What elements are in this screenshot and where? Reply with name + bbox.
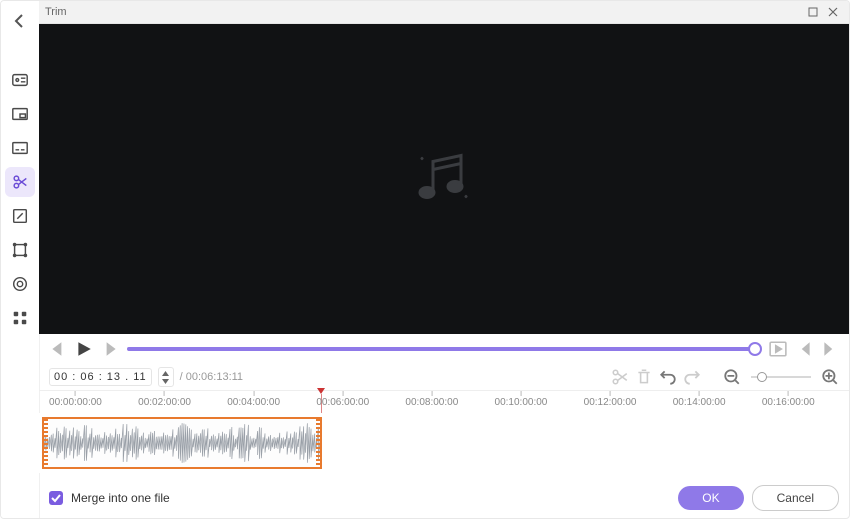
zoom-knob[interactable] [757,372,767,382]
seek-slider[interactable] [127,347,761,351]
current-timecode-input[interactable]: 00 : 06 : 13 . 11 [49,368,152,386]
titlebar: Trim [39,1,849,24]
ruler-tick: 00:00:00:00 [49,391,102,408]
sidebar-tool-watermark[interactable] [5,99,35,129]
preview-area [39,24,849,334]
seek-knob[interactable] [748,342,762,356]
waveform [44,419,320,467]
sidebar-tool-trim[interactable] [5,167,35,197]
ruler-tick: 00:12:00:00 [584,391,637,408]
ruler-tick: 00:16:00:00 [762,391,815,408]
ruler-tick: 00:02:00:00 [138,391,191,408]
timecode-row: 00 : 06 : 13 . 11 / 00:06:13:11 [39,364,849,390]
back-button[interactable] [6,7,34,35]
sidebar-tool-subtitle[interactable] [5,133,35,163]
merge-checkbox[interactable] [49,491,63,505]
maximize-button[interactable] [803,3,823,21]
ruler-tick: 00:14:00:00 [673,391,726,408]
ruler-tick: 00:10:00:00 [495,391,548,408]
undo-button[interactable] [659,368,677,386]
redo-button[interactable] [683,368,701,386]
clip-handle-right[interactable] [316,419,321,467]
sidebar-tool-effects[interactable] [5,269,35,299]
app-window: Trim [0,0,850,519]
waveform-track[interactable] [39,413,849,473]
window-title: Trim [45,6,803,18]
ruler-tick: 00:06:00:00 [316,391,369,408]
spinner-down[interactable] [159,377,173,385]
prev-frame-button[interactable] [795,340,813,358]
spinner-up[interactable] [159,369,173,377]
next-frame-button[interactable] [821,340,839,358]
merge-label: Merge into one file [71,491,170,505]
ruler-tick: 00:04:00:00 [227,391,280,408]
music-note-icon [413,148,475,211]
zoom-slider[interactable] [751,376,811,378]
timecode-spinner[interactable] [158,367,174,387]
zoom-out-button[interactable] [723,368,741,386]
split-button[interactable] [611,368,629,386]
audio-clip[interactable] [42,417,322,469]
ok-button[interactable]: OK [678,486,743,510]
sidebar-tool-crop[interactable] [5,235,35,265]
playback-bar [39,334,849,364]
next-step-button[interactable] [101,340,119,358]
play-in-screen-button[interactable] [769,340,787,358]
footer: Merge into one file OK Cancel [49,484,839,512]
clip-handle-left[interactable] [43,419,48,467]
main-panel: Trim [39,1,849,518]
ruler-tick: 00:08:00:00 [405,391,458,408]
sidebar-tool-resize[interactable] [5,201,35,231]
sidebar-tool-meta[interactable] [5,65,35,95]
zoom-in-button[interactable] [821,368,839,386]
total-timecode: / 00:06:13:11 [180,371,243,383]
prev-step-button[interactable] [49,340,67,358]
sidebar [1,1,40,519]
timeline-ruler[interactable]: 00:00:00:00 00:02:00:00 00:04:00:00 00:06:0… [39,390,849,413]
cancel-button[interactable]: Cancel [752,485,839,511]
delete-button[interactable] [635,368,653,386]
close-button[interactable] [823,3,843,21]
sidebar-tool-grid[interactable] [5,303,35,333]
play-button[interactable] [75,340,93,358]
seek-fill [127,347,755,351]
